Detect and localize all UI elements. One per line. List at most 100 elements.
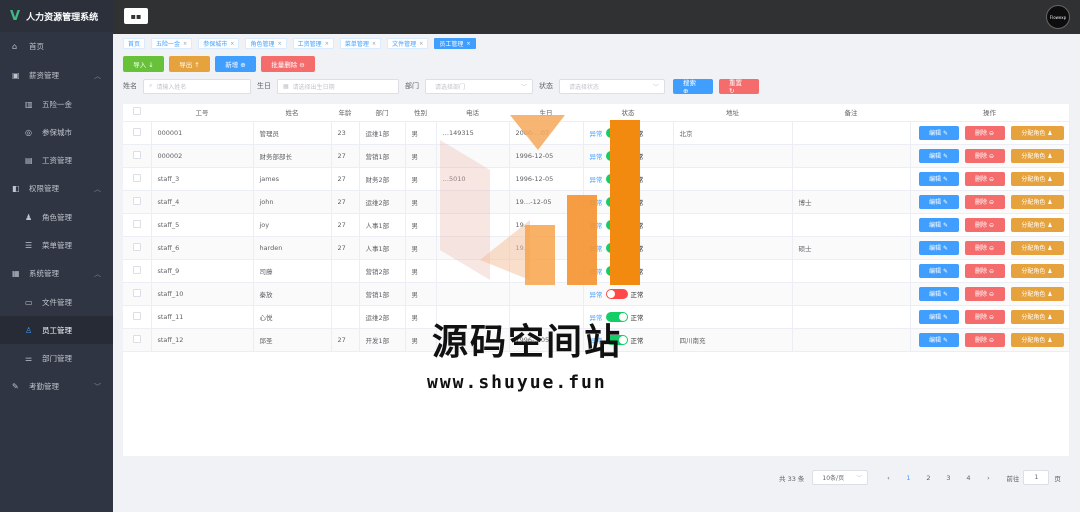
next-page-button[interactable]: ›	[978, 474, 998, 482]
sidebar-item-files[interactable]: ▭ 文件管理	[0, 288, 113, 316]
edit-button[interactable]: 编辑 ✎	[918, 148, 959, 163]
sidebar-item-attendance[interactable]: ✎ 考勤管理 ﹀	[0, 372, 113, 401]
status-toggle[interactable]	[605, 219, 628, 230]
tab-home[interactable]: 首页	[123, 38, 146, 49]
delete-button[interactable]: 删除 ⊖	[964, 286, 1005, 301]
edit-button[interactable]: 编辑 ✎	[918, 217, 959, 232]
assign-role-button[interactable]: 分配角色 ♟	[1010, 286, 1064, 301]
select-all-checkbox[interactable]	[123, 104, 151, 122]
delete-button[interactable]: 删除 ⊖	[964, 217, 1005, 232]
row-checkbox[interactable]	[123, 236, 152, 260]
reset-button[interactable]: 重置 ↻	[719, 78, 759, 95]
sidebar-item-departments[interactable]: ⚌ 部门管理	[0, 344, 113, 372]
close-icon[interactable]: ×	[183, 41, 187, 47]
page-4[interactable]: 4	[958, 474, 978, 482]
placeholder: 请选择状态	[569, 83, 600, 91]
edit-button[interactable]: 编辑 ✎	[918, 332, 959, 347]
tab-files[interactable]: 文件管理 ×	[387, 38, 429, 49]
edit-button[interactable]: 编辑 ✎	[918, 171, 959, 186]
dept-select[interactable]: 请选择部门 ﹀	[425, 78, 533, 94]
tab-insurance[interactable]: 五险一金 ×	[151, 38, 193, 49]
sidebar-item-insured-city[interactable]: ◎ 参保城市	[0, 118, 113, 146]
page-1[interactable]: 1	[898, 474, 918, 482]
status-toggle[interactable]	[605, 265, 628, 276]
delete-button[interactable]: 删除 ⊖	[964, 148, 1005, 163]
row-checkbox[interactable]	[123, 328, 152, 352]
assign-role-button[interactable]: 分配角色 ♟	[1010, 125, 1064, 140]
add-button[interactable]: 新增 ⊕	[215, 56, 256, 72]
assign-role-button[interactable]: 分配角色 ♟	[1010, 194, 1064, 209]
status-toggle[interactable]	[605, 173, 628, 184]
assign-role-button[interactable]: 分配角色 ♟	[1010, 332, 1064, 347]
status-toggle[interactable]	[605, 150, 628, 161]
row-checkbox[interactable]	[123, 259, 152, 283]
tab-insured-city[interactable]: 参保城市 ×	[198, 38, 240, 49]
edit-button[interactable]: 编辑 ✎	[918, 286, 959, 301]
main-content: 首页 五险一金 × 参保城市 × 角色管理 × 工资管理 × 菜单管理 × 文件管理 × 员…	[113, 34, 1080, 512]
batch-delete-button[interactable]: 批量删除 ⊖	[261, 56, 315, 72]
sidebar-item-permissions[interactable]: ◧ 权限管理 ︿	[0, 174, 113, 203]
goto-page-input[interactable]: 1	[1023, 470, 1050, 485]
row-checkbox[interactable]	[123, 282, 152, 306]
delete-button[interactable]: 删除 ⊖	[964, 194, 1005, 209]
birth-date-picker[interactable]: ▦ 请选择出生日期	[277, 78, 399, 94]
delete-button[interactable]: 删除 ⊖	[964, 125, 1005, 140]
sidebar-item-insurance[interactable]: ▥ 五险一金	[0, 90, 113, 118]
tab-roles[interactable]: 角色管理 ×	[245, 38, 287, 49]
tab-menus[interactable]: 菜单管理 ×	[339, 38, 382, 49]
delete-button[interactable]: 删除 ⊖	[964, 263, 1005, 278]
page-size-select[interactable]: 10条/页 ﹀	[812, 470, 869, 485]
name-search-input[interactable]: ⌕ 请输入姓名	[143, 78, 251, 94]
chevron-up-icon: ︿	[94, 184, 101, 193]
edit-button[interactable]: 编辑 ✎	[918, 309, 959, 324]
status-toggle[interactable]	[605, 288, 628, 299]
delete-button[interactable]: 删除 ⊖	[964, 309, 1005, 324]
sidebar-item-home[interactable]: ⌂ 首页	[0, 32, 113, 61]
assign-role-button[interactable]: 分配角色 ♟	[1010, 217, 1064, 232]
row-checkbox[interactable]	[123, 121, 152, 145]
sidebar-item-roles[interactable]: ♟ 角色管理	[0, 203, 113, 231]
assign-role-button[interactable]: 分配角色 ♟	[1010, 263, 1064, 278]
assign-role-button[interactable]: 分配角色 ♟	[1010, 148, 1064, 163]
row-checkbox[interactable]	[123, 144, 152, 168]
delete-button[interactable]: 删除 ⊖	[964, 240, 1005, 255]
assign-role-button[interactable]: 分配角色 ♟	[1010, 171, 1064, 186]
row-checkbox[interactable]	[123, 213, 152, 237]
delete-button[interactable]: 删除 ⊖	[964, 332, 1005, 347]
page-3[interactable]: 3	[938, 474, 958, 482]
close-icon[interactable]: ×	[419, 41, 423, 47]
edit-button[interactable]: 编辑 ✎	[918, 194, 959, 209]
delete-button[interactable]: 删除 ⊖	[964, 171, 1005, 186]
edit-button[interactable]: 编辑 ✎	[918, 263, 959, 278]
close-icon[interactable]: ×	[466, 41, 470, 47]
sidebar-item-menus[interactable]: ☰ 菜单管理	[0, 231, 113, 259]
row-checkbox[interactable]	[123, 167, 152, 191]
close-icon[interactable]: ×	[230, 41, 234, 47]
prev-page-button[interactable]: ‹	[878, 474, 898, 482]
collapse-toggle-button[interactable]: ▪▪	[124, 8, 148, 24]
status-select[interactable]: 请选择状态 ﹀	[559, 78, 665, 94]
edit-button[interactable]: 编辑 ✎	[918, 125, 959, 140]
edit-button[interactable]: 编辑 ✎	[918, 240, 959, 255]
sidebar-item-employees[interactable]: ♙ 员工管理	[0, 316, 113, 344]
status-toggle[interactable]	[605, 242, 628, 253]
tab-wages[interactable]: 工资管理 ×	[292, 38, 334, 49]
sidebar-item-salary[interactable]: ▣ 薪资管理 ︿	[0, 61, 113, 90]
row-checkbox[interactable]	[123, 305, 152, 329]
import-button[interactable]: 导入 ↓	[123, 56, 164, 72]
status-toggle[interactable]	[605, 196, 628, 207]
tab-employees[interactable]: 员工管理 ×	[434, 38, 476, 49]
assign-role-button[interactable]: 分配角色 ♟	[1010, 309, 1064, 324]
sidebar-item-system[interactable]: ▦ 系统管理 ︿	[0, 259, 113, 288]
avatar[interactable]: Flowexp	[1046, 5, 1070, 29]
sidebar-item-wages[interactable]: ▤ 工资管理	[0, 146, 113, 174]
page-2[interactable]: 2	[918, 474, 938, 482]
close-icon[interactable]: ×	[325, 41, 329, 47]
status-toggle[interactable]	[605, 127, 628, 138]
close-icon[interactable]: ×	[372, 41, 376, 47]
close-icon[interactable]: ×	[277, 41, 281, 47]
assign-role-button[interactable]: 分配角色 ♟	[1010, 240, 1064, 255]
export-button[interactable]: 导出 ↑	[169, 56, 210, 72]
row-checkbox[interactable]	[123, 190, 152, 214]
search-button[interactable]: 搜索 ⊕	[673, 78, 713, 95]
